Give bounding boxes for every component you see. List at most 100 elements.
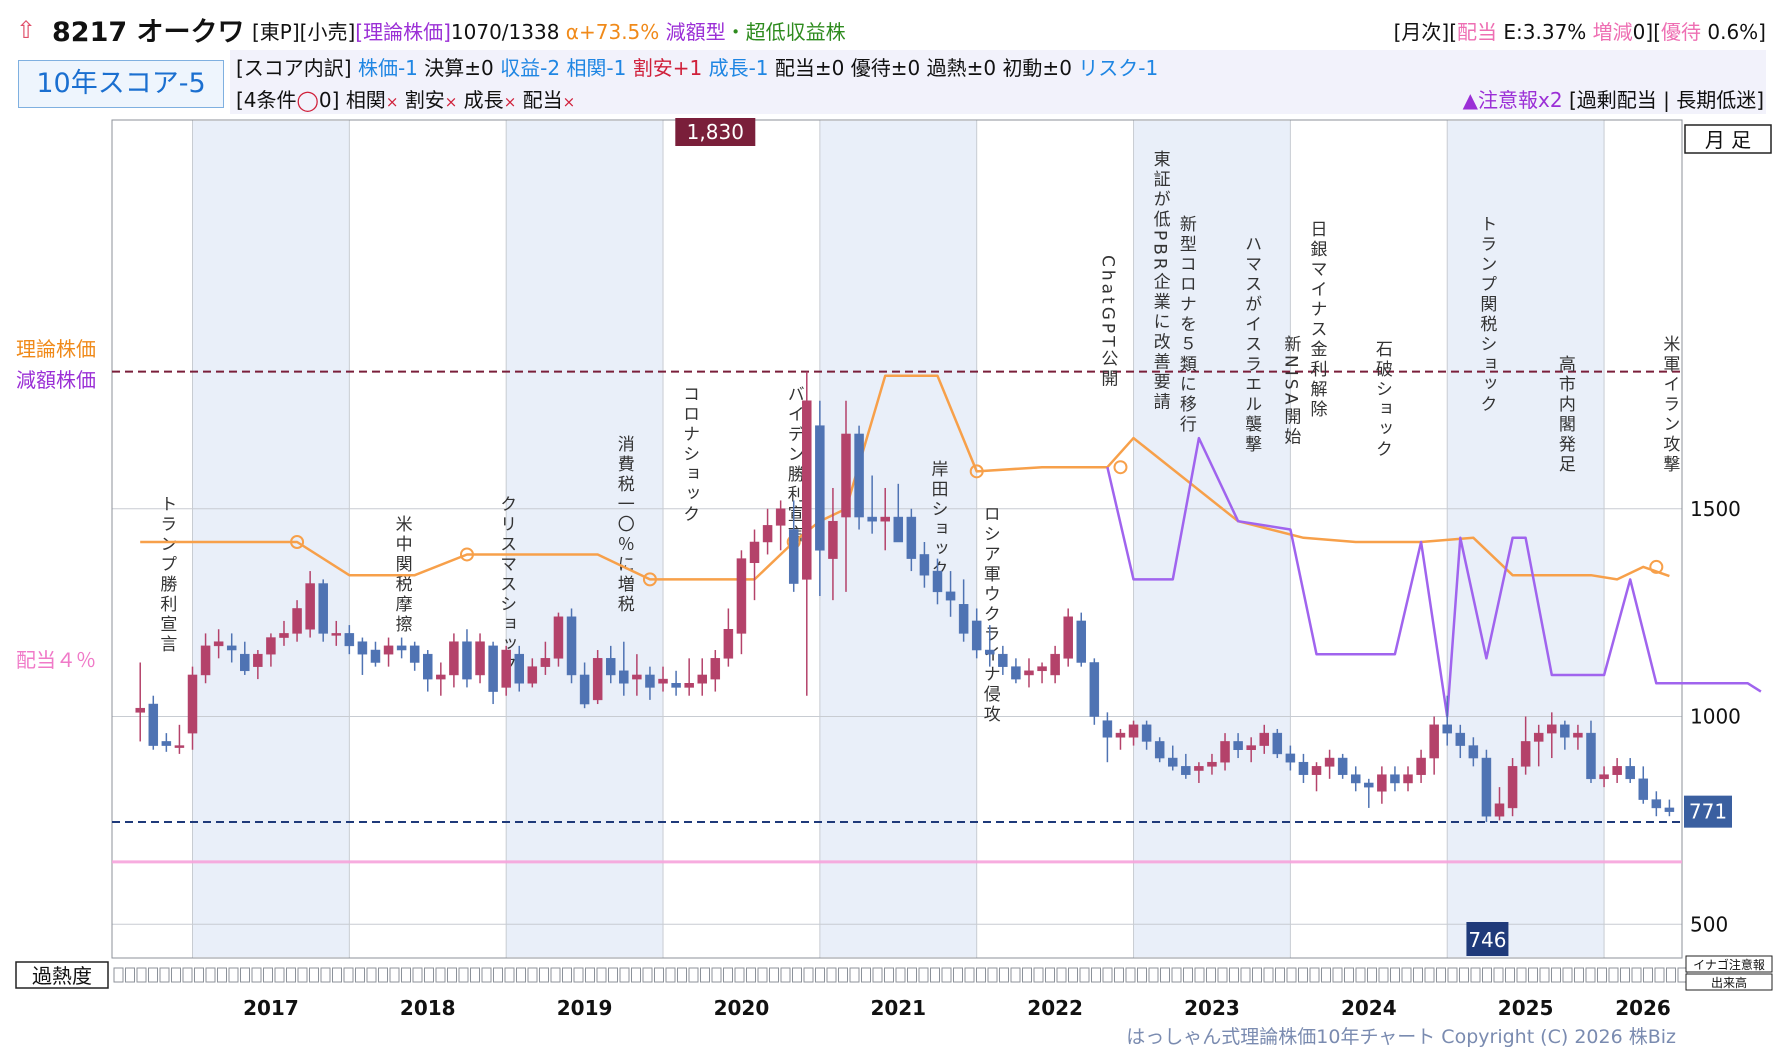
overheat-cell [435, 967, 446, 983]
event-label: 日銀マイナス金利解除 [1307, 220, 1328, 420]
candle-body [1638, 778, 1649, 800]
overheat-cell [976, 967, 986, 983]
candle-body [1481, 757, 1492, 817]
candle-body [553, 616, 564, 659]
last-price-label: 771 [1689, 800, 1727, 824]
overheat-cell [228, 967, 239, 983]
candle-body [383, 645, 394, 655]
overheat-cell [746, 967, 756, 983]
overheat-cell [401, 967, 411, 983]
candle-body [423, 653, 433, 680]
overheat-cell [826, 967, 837, 983]
candle-body [292, 608, 302, 634]
overheat-cell [297, 967, 308, 983]
x-year-label: 2023 [1184, 996, 1240, 1020]
overheat-cell [1022, 967, 1032, 983]
candle-body [1311, 766, 1322, 775]
overheat-cell [539, 967, 549, 983]
candle-body [1220, 741, 1230, 763]
candle-body [906, 516, 917, 559]
overheat-cell [263, 967, 273, 983]
candle-body [475, 641, 485, 676]
candle-body [409, 645, 420, 663]
overheat-cell [320, 967, 331, 983]
overheat-cell [240, 967, 250, 983]
candle-body [919, 554, 930, 576]
overheat-cell [550, 967, 561, 983]
overheat-cell [987, 967, 998, 983]
candle-body [135, 707, 145, 713]
candle-body [1377, 774, 1387, 792]
candle-body [436, 674, 446, 680]
overheat-cell [1459, 967, 1469, 983]
candle-body [1141, 724, 1152, 742]
overheat-cell [1597, 967, 1607, 983]
overheat-cell [1114, 967, 1124, 983]
overheat-cell [596, 967, 607, 983]
candle-body [1089, 662, 1100, 717]
candle-body [462, 641, 472, 680]
overheat-cell [251, 967, 262, 983]
candle-body [501, 649, 511, 688]
overheat-cell [148, 967, 158, 983]
candle-body [148, 703, 159, 746]
overheat-cell [1528, 967, 1538, 983]
y-tick-label: 500 [1690, 912, 1728, 936]
overheat-cell [470, 967, 480, 983]
overheat-cell [734, 967, 745, 983]
chart: 500 1000 1500 2017 2018 2019 2020 2021 2022 2023 2… [15, 118, 1773, 1020]
x-year-label: 2017 [243, 996, 299, 1020]
candle-body [971, 620, 982, 651]
candle-body [1612, 766, 1622, 775]
event-label: 新型コロナを５類に移行 [1176, 215, 1197, 435]
overheat-cell [815, 967, 825, 983]
event-label: 高市内閣発足 [1555, 355, 1576, 475]
overheat-cell [113, 967, 124, 983]
candle-body [1442, 724, 1452, 734]
candle-body [1390, 774, 1400, 784]
candle-body [1625, 766, 1635, 780]
candle-body [1194, 766, 1204, 771]
event-label: 消費税一〇％に増税 [614, 435, 635, 615]
overheat-cell [355, 967, 365, 983]
candle-body [632, 674, 642, 680]
candle-body [671, 683, 681, 688]
candle-body [1664, 807, 1675, 812]
overheat-cell [1493, 967, 1504, 983]
overheat-cell [677, 967, 687, 983]
y-tick-label: 1500 [1690, 497, 1741, 521]
overheat-cell [1424, 967, 1435, 983]
candle-body [1586, 732, 1596, 780]
candle-body [1337, 757, 1348, 775]
candle-body [1102, 720, 1113, 738]
candle-body [305, 583, 315, 630]
overheat-cell [1401, 967, 1412, 983]
overheat-cell [516, 967, 526, 983]
overheat-cell [504, 967, 515, 983]
overheat-cell [1332, 967, 1343, 983]
overheat-cell [447, 967, 457, 983]
overheat-cell [861, 967, 871, 983]
candle-body [1507, 766, 1518, 809]
volume-label: 出来高 [1711, 975, 1747, 990]
overheat-cell [964, 967, 975, 983]
candle-body [1115, 732, 1126, 738]
candle-body [1011, 666, 1021, 680]
overheat-cell [1482, 967, 1492, 983]
overheat-cell [769, 967, 779, 983]
candle-body [828, 520, 838, 559]
candle-body [370, 649, 381, 663]
overheat-cell [1574, 967, 1584, 983]
overheat-cell [780, 967, 791, 983]
candle-body [1272, 732, 1283, 755]
candle-body [1520, 741, 1531, 767]
overheat-cell [1298, 967, 1308, 983]
low-label: 746 [1468, 928, 1506, 952]
overheat-cell [1516, 967, 1527, 983]
overheat-cell [688, 967, 699, 983]
overheat-cell [458, 967, 469, 983]
overheat-cell [171, 967, 181, 983]
overheat-cell [1137, 967, 1147, 983]
candle-body [1455, 732, 1466, 746]
overheat-cell [953, 967, 963, 983]
